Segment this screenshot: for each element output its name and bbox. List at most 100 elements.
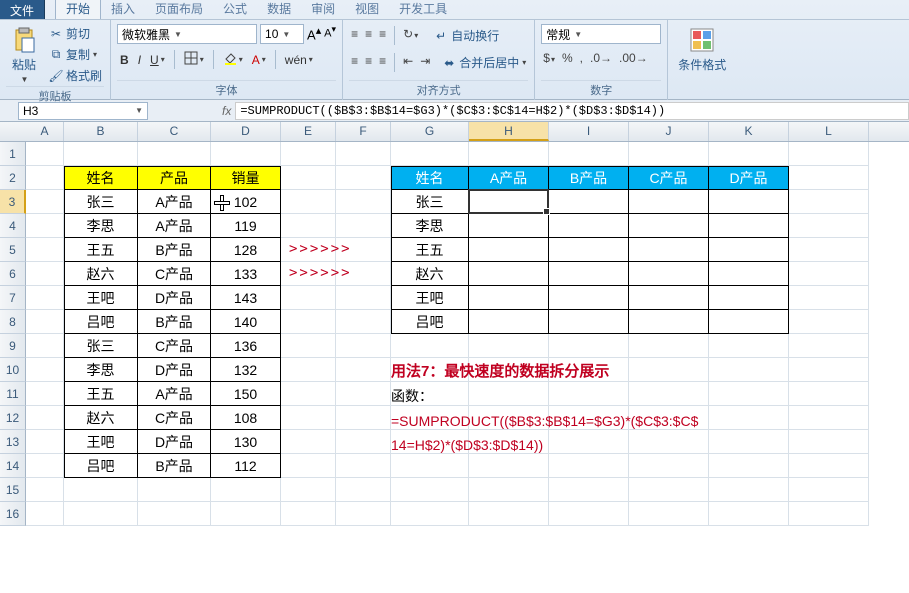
cell[interactable] — [629, 502, 709, 526]
cell[interactable] — [211, 502, 281, 526]
cell[interactable] — [549, 142, 629, 166]
left-table-cell[interactable]: D产品 — [138, 430, 211, 454]
cell[interactable] — [709, 430, 789, 454]
right-table-cell[interactable] — [709, 262, 789, 286]
left-table-cell[interactable]: 张三 — [64, 190, 138, 214]
cell[interactable] — [26, 166, 64, 190]
column-header-L[interactable]: L — [789, 122, 869, 141]
cell[interactable] — [391, 478, 469, 502]
tab-home[interactable]: 开始 — [55, 0, 101, 19]
column-header-D[interactable]: D — [211, 122, 281, 141]
cell[interactable] — [64, 142, 138, 166]
left-table-cell[interactable]: C产品 — [138, 262, 211, 286]
column-header-A[interactable]: A — [26, 122, 64, 141]
cell[interactable] — [26, 238, 64, 262]
right-table-cell[interactable]: 李思 — [391, 214, 469, 238]
cell[interactable] — [709, 382, 789, 406]
tab-dev[interactable]: 开发工具 — [389, 0, 457, 19]
cell[interactable] — [26, 334, 64, 358]
cell[interactable] — [789, 310, 869, 334]
column-header-G[interactable]: G — [391, 122, 469, 141]
tab-formula[interactable]: 公式 — [213, 0, 257, 19]
row-header-7[interactable]: 7 — [0, 286, 26, 310]
right-table-cell[interactable] — [549, 190, 629, 214]
cell[interactable] — [709, 454, 789, 478]
align-top-button[interactable]: ≡ — [349, 26, 360, 45]
right-table-cell[interactable] — [469, 238, 549, 262]
left-table-cell[interactable]: 132 — [211, 358, 281, 382]
cell[interactable] — [26, 358, 64, 382]
cell[interactable] — [469, 502, 549, 526]
cell[interactable] — [281, 334, 336, 358]
cell[interactable] — [26, 262, 64, 286]
left-table-cell[interactable]: D产品 — [138, 286, 211, 310]
cell[interactable] — [629, 358, 709, 382]
cell[interactable] — [281, 478, 336, 502]
right-table-cell[interactable] — [469, 214, 549, 238]
border-button[interactable]: ▾ — [181, 50, 207, 69]
cell[interactable] — [281, 382, 336, 406]
cell[interactable] — [789, 502, 869, 526]
cell[interactable] — [391, 334, 469, 358]
cell[interactable] — [469, 478, 549, 502]
cell[interactable] — [26, 478, 64, 502]
right-table-cell[interactable] — [549, 310, 629, 334]
left-table-cell[interactable]: 102 — [211, 190, 281, 214]
row-header-3[interactable]: 3 — [0, 190, 26, 214]
cell[interactable] — [26, 286, 64, 310]
cell[interactable] — [26, 430, 64, 454]
left-table-cell[interactable]: B产品 — [138, 454, 211, 478]
cell[interactable] — [549, 430, 629, 454]
cell[interactable] — [789, 286, 869, 310]
cell[interactable] — [281, 358, 336, 382]
cell[interactable] — [789, 430, 869, 454]
cell[interactable] — [281, 454, 336, 478]
font-family-dropdown[interactable]: 微软雅黑 ▼ — [117, 24, 257, 44]
comma-button[interactable]: , — [578, 50, 585, 66]
cell[interactable] — [26, 310, 64, 334]
cell[interactable] — [789, 262, 869, 286]
left-table-cell[interactable]: 赵六 — [64, 406, 138, 430]
right-table-cell[interactable] — [549, 286, 629, 310]
cell[interactable] — [789, 166, 869, 190]
column-header-H[interactable]: H — [469, 122, 549, 141]
left-table-cell[interactable]: 吕吧 — [64, 454, 138, 478]
cell[interactable] — [629, 478, 709, 502]
cell[interactable] — [336, 358, 391, 382]
row-header-6[interactable]: 6 — [0, 262, 26, 286]
left-table-cell[interactable]: 王吧 — [64, 286, 138, 310]
left-table-cell[interactable]: 143 — [211, 286, 281, 310]
row-header-11[interactable]: 11 — [0, 382, 26, 406]
cell[interactable] — [281, 166, 336, 190]
row-header-4[interactable]: 4 — [0, 214, 26, 238]
tab-file[interactable]: 文件 — [0, 0, 45, 19]
right-table-cell[interactable] — [549, 262, 629, 286]
cell[interactable] — [138, 478, 211, 502]
cell[interactable] — [789, 190, 869, 214]
fill-color-button[interactable]: ▾ — [220, 50, 246, 69]
right-table-header[interactable]: A产品 — [469, 166, 549, 190]
align-left-button[interactable]: ≡ — [349, 53, 360, 72]
cell[interactable] — [211, 142, 281, 166]
row-header-2[interactable]: 2 — [0, 166, 26, 190]
column-header-I[interactable]: I — [549, 122, 629, 141]
format-painter-button[interactable]: 🖌 格式刷 — [46, 66, 104, 85]
font-size-dropdown[interactable]: 10 ▼ — [260, 24, 304, 44]
merge-center-button[interactable]: ⬌ 合并后居中 ▾ — [439, 53, 528, 72]
right-table-cell[interactable]: 赵六 — [391, 262, 469, 286]
number-format-dropdown[interactable]: 常规 ▼ — [541, 24, 661, 44]
cell-grid[interactable]: 姓名产品销量张三A产品102李思A产品119王五B产品128赵六C产品133王吧… — [26, 142, 909, 593]
left-table-cell[interactable]: A产品 — [138, 382, 211, 406]
increase-indent-button[interactable]: ⇥ — [418, 53, 432, 72]
right-table-cell[interactable] — [709, 238, 789, 262]
cell[interactable] — [391, 502, 469, 526]
left-table-cell[interactable]: 128 — [211, 238, 281, 262]
right-table-cell[interactable] — [629, 238, 709, 262]
phonetic-button[interactable]: wén▾ — [282, 52, 316, 68]
right-table-cell[interactable] — [709, 286, 789, 310]
cell[interactable] — [709, 334, 789, 358]
right-table-cell[interactable]: 102 — [469, 190, 549, 214]
cell[interactable] — [709, 502, 789, 526]
cell[interactable] — [26, 406, 64, 430]
cell[interactable] — [469, 454, 549, 478]
